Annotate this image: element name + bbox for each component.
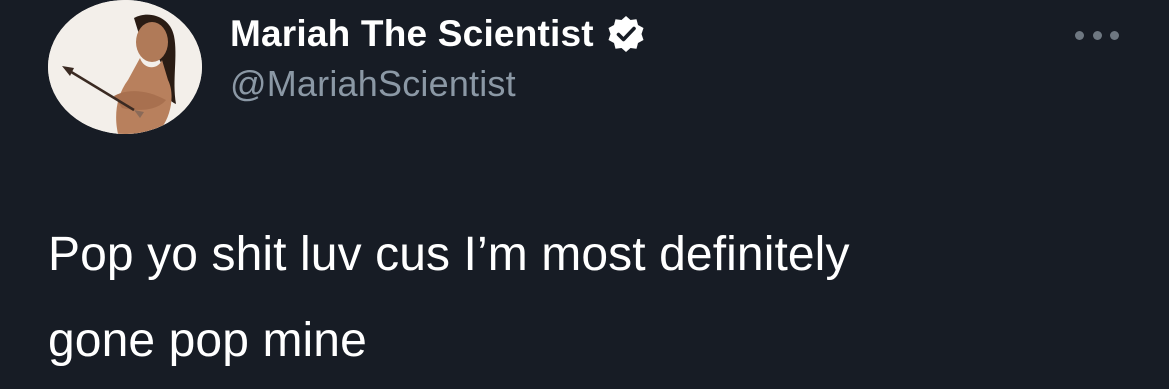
profile-photo-icon [48,0,202,134]
verified-badge-icon [606,14,646,54]
tweet-text-line: gone pop mine [48,314,367,367]
user-handle[interactable]: @MariahScientist [230,62,646,106]
name-row: Mariah The Scientist [230,8,646,60]
display-name[interactable]: Mariah The Scientist [230,8,594,60]
tweet-header: Mariah The Scientist @MariahScientist [230,8,646,106]
more-options-button[interactable] [1075,28,1119,42]
ellipsis-dot [1092,30,1102,40]
tweet-text-line: Pop yo shit luv cus I’m most definitely [48,228,850,281]
avatar[interactable] [48,0,202,134]
ellipsis-dot [1075,30,1084,40]
ellipsis-dot [1110,30,1119,40]
tweet-card: Mariah The Scientist @MariahScientist Po… [0,0,1169,389]
tweet-text: Pop yo shit luv cus I’m most definitely … [48,212,1138,384]
